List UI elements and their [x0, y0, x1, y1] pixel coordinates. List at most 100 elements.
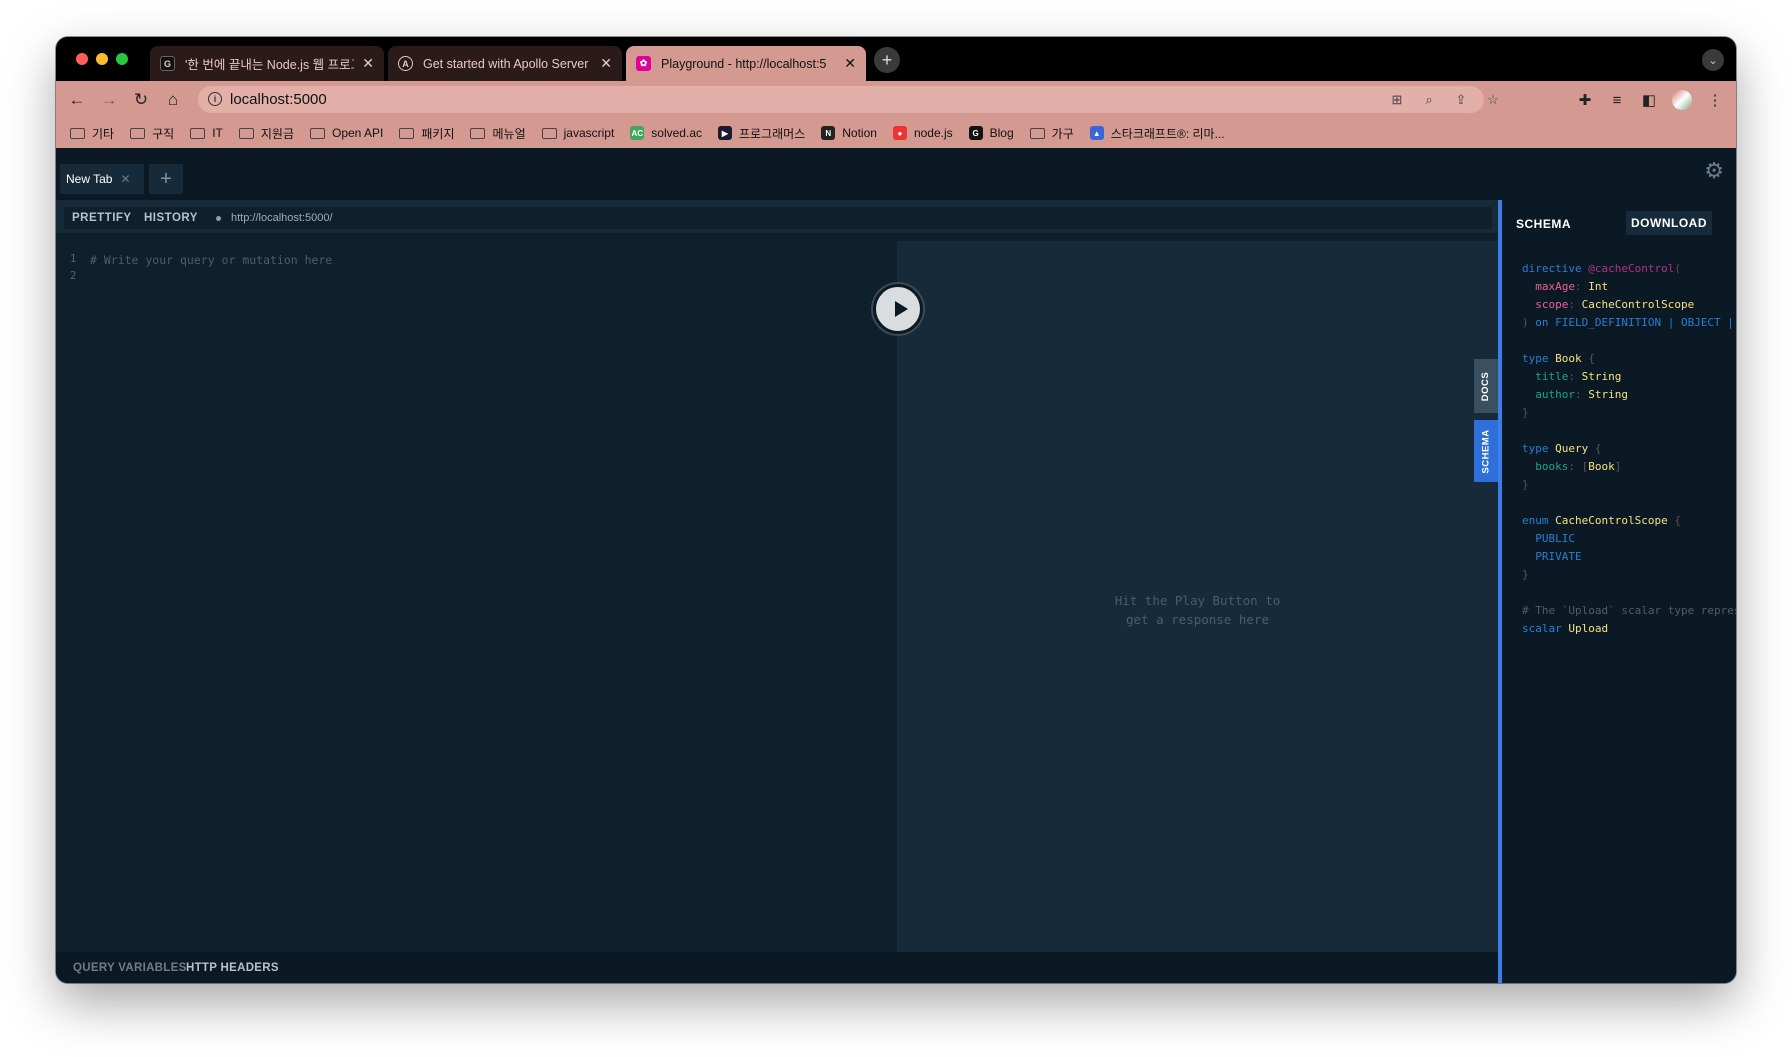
- schema-line: type Query {: [1522, 442, 1602, 455]
- bookmark-label: Blog: [989, 126, 1014, 140]
- address-bar[interactable]: i localhost:5000 ⊞ ⌕ ⇪ ☆: [198, 86, 1499, 113]
- query-editor[interactable]: 1 # Write your query or mutation here 2: [56, 241, 897, 952]
- bookmark-item[interactable]: IT: [190, 126, 223, 140]
- close-playground-tab-icon[interactable]: ✕: [120, 172, 130, 186]
- schema-line: type Book {: [1522, 352, 1595, 365]
- editor-footer: QUERY VARIABLES HTTP HEADERS: [56, 952, 1498, 983]
- bookmark-item[interactable]: 가구: [1029, 125, 1074, 142]
- play-icon: [895, 301, 908, 317]
- folder-icon: [399, 127, 415, 139]
- site-info-icon[interactable]: i: [208, 92, 222, 106]
- download-schema-button[interactable]: DOWNLOAD: [1626, 211, 1712, 235]
- bookmark-label: 구직: [152, 126, 175, 141]
- history-button[interactable]: HISTORY: [136, 207, 206, 229]
- schema-line: author: String: [1535, 388, 1628, 401]
- bookmark-item[interactable]: 기타: [70, 125, 114, 142]
- more-menu-icon[interactable]: ⋮: [1704, 89, 1726, 111]
- folder-icon: [238, 127, 254, 139]
- reading-list-icon[interactable]: ≡: [1606, 89, 1628, 111]
- bookmark-favicon-icon: ▲: [1089, 126, 1104, 140]
- share-icon[interactable]: ⇪: [1452, 91, 1470, 109]
- add-playground-tab-button[interactable]: +: [149, 164, 183, 194]
- side-panel-icon[interactable]: ◧: [1638, 89, 1660, 111]
- playground-tab[interactable]: New Tab ✕: [60, 164, 144, 194]
- bookmark-item[interactable]: G Blog: [968, 126, 1014, 140]
- new-tab-button[interactable]: +: [874, 47, 900, 73]
- forward-arrow-icon[interactable]: →: [98, 89, 120, 111]
- bookmark-item[interactable]: 지원금: [238, 125, 294, 142]
- close-tab-icon[interactable]: ✕: [600, 55, 612, 72]
- bookmark-label: Notion: [842, 126, 877, 140]
- profile-avatar[interactable]: [1672, 90, 1692, 110]
- query-placeholder: # Write your query or mutation here: [90, 253, 333, 267]
- schema-panel: SCHEMA DOWNLOAD directive @cacheControl(…: [1498, 200, 1736, 983]
- tab-search-chevron-icon[interactable]: ⌄: [1702, 49, 1724, 71]
- browser-window: G '한 번에 끝내는 Node.js 웹 프로그 ✕ A Get starte…: [56, 37, 1736, 983]
- prettify-button[interactable]: PRETTIFY: [64, 207, 140, 229]
- close-tab-icon[interactable]: ✕: [844, 55, 856, 72]
- reload-icon[interactable]: ↻: [130, 89, 152, 111]
- settings-gear-icon[interactable]: ⚙: [1704, 158, 1724, 184]
- execute-query-play-button[interactable]: [873, 284, 923, 334]
- docs-side-tab[interactable]: DOCS: [1474, 359, 1498, 413]
- bookmark-favicon-icon: ▶: [718, 126, 732, 140]
- close-tab-icon[interactable]: ✕: [362, 55, 374, 72]
- apollo-icon: A: [398, 56, 413, 71]
- schema-line: }: [1522, 406, 1529, 419]
- schema-line: # The `Upload` scalar type represents a …: [1522, 604, 1736, 617]
- home-icon[interactable]: ⌂: [162, 89, 184, 111]
- folder-icon: [470, 127, 486, 139]
- minimize-window-button[interactable]: [96, 53, 108, 65]
- browser-tab-title: Get started with Apollo Server: [423, 56, 589, 71]
- playground-toolbar: PRETTIFY HISTORY http://localhost:5000/: [56, 200, 1498, 233]
- schema-side-tab[interactable]: SCHEMA: [1474, 420, 1498, 482]
- bookmark-item[interactable]: N Notion: [821, 126, 877, 140]
- browser-tab-playground[interactable]: ✿ Playground - http://localhost:5 ✕: [626, 46, 866, 81]
- result-hint-line2: get a response here: [1126, 612, 1269, 627]
- bookmark-item[interactable]: Open API: [309, 126, 383, 140]
- extensions-puzzle-icon[interactable]: ✚: [1574, 89, 1596, 111]
- bookmark-item[interactable]: 패키지: [399, 125, 454, 142]
- bookmark-item[interactable]: 메뉴얼: [470, 125, 526, 142]
- translate-icon[interactable]: ⊞: [1388, 91, 1406, 109]
- close-window-button[interactable]: [76, 53, 88, 65]
- bookmark-item[interactable]: ● node.js: [892, 126, 953, 140]
- bookmark-label: 프로그래머스: [739, 126, 806, 141]
- schema-line: maxAge: Int: [1535, 280, 1609, 293]
- zoom-icon[interactable]: ⌕: [1420, 91, 1438, 109]
- bookmark-item[interactable]: 구직: [130, 125, 174, 142]
- maximize-window-button[interactable]: [116, 53, 128, 65]
- schema-side-tab-label: SCHEMA: [1480, 428, 1492, 474]
- endpoint-url-input[interactable]: http://localhost:5000/: [206, 207, 1492, 229]
- bookmark-item[interactable]: ▲ 스타크래프트®: 리마...: [1089, 125, 1225, 142]
- schema-line: }: [1522, 478, 1529, 491]
- query-variables-tab[interactable]: QUERY VARIABLES: [73, 962, 187, 974]
- result-hint-line1: Hit the Play Button to: [1114, 593, 1281, 608]
- http-headers-tab[interactable]: HTTP HEADERS: [186, 962, 279, 974]
- browser-tab-nodejs[interactable]: G '한 번에 끝내는 Node.js 웹 프로그 ✕: [150, 46, 384, 81]
- folder-icon: [190, 127, 206, 139]
- result-pane: Hit the Play Button to get a response he…: [897, 241, 1498, 952]
- tab-favicon-icon: G: [160, 56, 175, 71]
- browser-tab-apollo[interactable]: A Get started with Apollo Server ✕: [388, 46, 622, 81]
- bookmark-label: javascript: [563, 126, 615, 140]
- bookmark-item[interactable]: AC solved.ac: [630, 126, 702, 140]
- folder-icon: [70, 127, 85, 139]
- schema-line: scalar Upload: [1522, 622, 1609, 635]
- schema-line: PRIVATE: [1535, 550, 1582, 563]
- back-arrow-icon[interactable]: ←: [66, 89, 88, 111]
- docs-side-tab-label: DOCS: [1480, 371, 1492, 401]
- bookmark-label: IT: [212, 126, 223, 140]
- result-hint: Hit the Play Button to get a response he…: [897, 591, 1498, 629]
- bookmark-star-icon[interactable]: ☆: [1484, 91, 1502, 109]
- address-bar-url[interactable]: localhost:5000: [230, 91, 327, 108]
- bookmarks-bar: 기타 구직 IT 지원금 Open API 패키지 메뉴얼 javascript AC solve…: [56, 118, 1736, 148]
- bookmark-favicon-icon: N: [821, 126, 836, 140]
- schema-line: scope: CacheControlScope: [1535, 298, 1695, 311]
- graphql-playground: New Tab ✕ + ⚙ PRETTIFY HISTORY http://lo…: [56, 148, 1736, 983]
- schema-panel-title: SCHEMA: [1516, 217, 1572, 231]
- bookmark-item[interactable]: javascript: [541, 126, 615, 140]
- bookmark-favicon-icon: G: [968, 126, 983, 140]
- browser-tab-strip: G '한 번에 끝내는 Node.js 웹 프로그 ✕ A Get starte…: [56, 37, 1736, 81]
- bookmark-item[interactable]: ▶ 프로그래머스: [718, 125, 805, 142]
